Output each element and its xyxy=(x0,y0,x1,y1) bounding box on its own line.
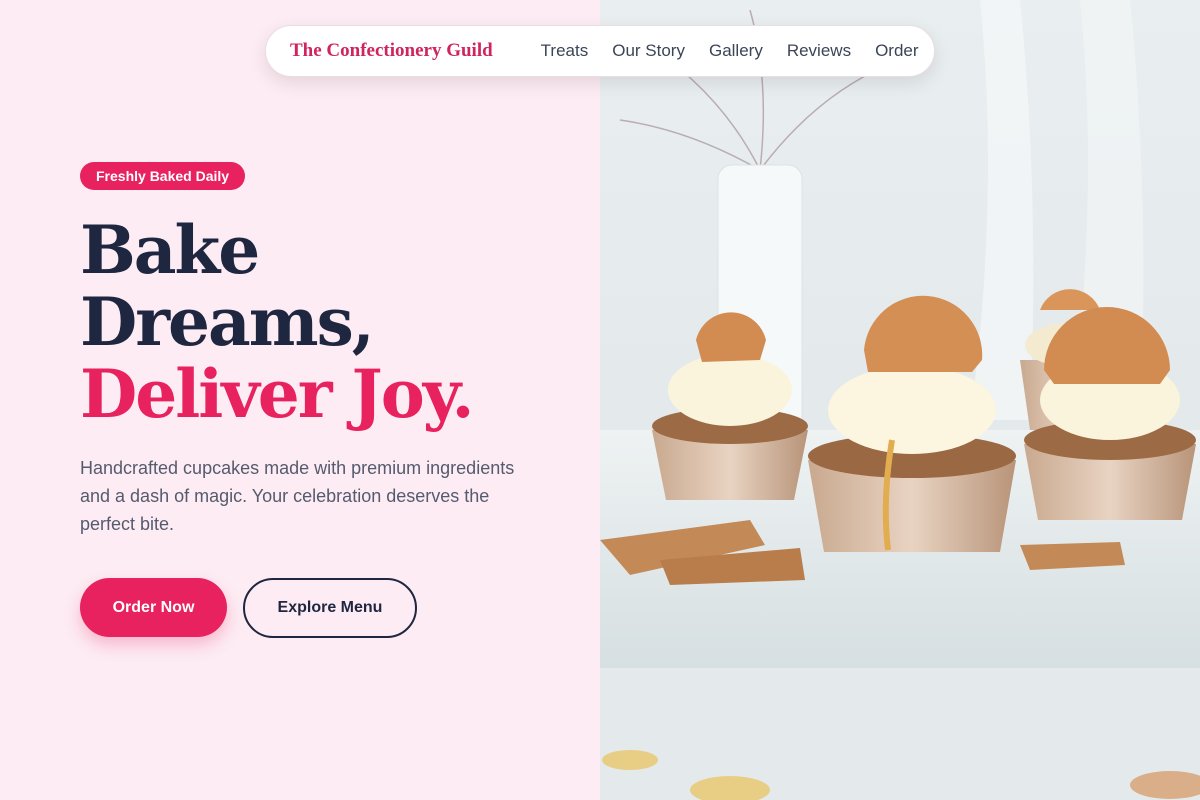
nav-link-our-story[interactable]: Our Story xyxy=(612,41,685,61)
hero-headline: Bake Dreams, Deliver Joy. xyxy=(80,214,600,430)
headline-line-2: Dreams, xyxy=(80,283,375,361)
nav-link-order[interactable]: Order xyxy=(875,41,918,61)
explore-menu-button[interactable]: Explore Menu xyxy=(243,578,417,638)
nav-link-gallery[interactable]: Gallery xyxy=(709,41,763,61)
hero-description: Handcrafted cupcakes made with premium i… xyxy=(80,458,515,534)
nav-link-reviews[interactable]: Reviews xyxy=(787,41,851,61)
main-navbar: The Confectionery Guild Treats Our Story… xyxy=(265,25,935,77)
headline-line-1: Bake xyxy=(80,211,260,289)
cupcakes-photo xyxy=(600,0,1200,800)
nav-link-treats[interactable]: Treats xyxy=(541,41,589,61)
freshly-baked-badge: Freshly Baked Daily xyxy=(80,162,246,190)
brand-logo[interactable]: The Confectionery Guild xyxy=(290,40,493,62)
headline-accent: Deliver Joy. xyxy=(80,355,474,433)
order-now-button[interactable]: Order Now xyxy=(80,578,227,637)
hero-image-panel xyxy=(600,0,1200,800)
nav-links: Treats Our Story Gallery Reviews Order xyxy=(541,41,919,61)
